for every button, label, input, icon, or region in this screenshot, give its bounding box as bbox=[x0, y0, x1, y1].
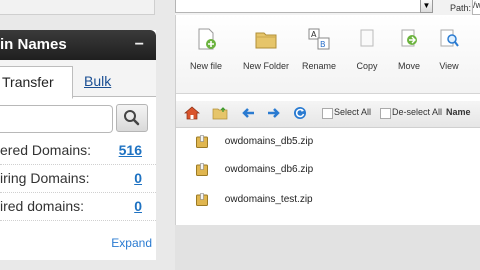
stat-label: iring Domains: bbox=[0, 170, 90, 186]
panel-header: in Names − bbox=[0, 30, 156, 60]
magnifier-icon bbox=[440, 29, 459, 47]
stat-value-link[interactable]: 0 bbox=[134, 193, 142, 220]
search-row bbox=[0, 97, 156, 137]
deselect-all-label[interactable]: De-select All bbox=[392, 107, 442, 117]
stat-label: ired domains: bbox=[0, 198, 85, 214]
stat-expired-domains: ired domains: 0 bbox=[0, 193, 156, 221]
rename-icon: A B bbox=[308, 28, 330, 50]
view-label: View bbox=[439, 61, 459, 71]
up-folder-icon[interactable] bbox=[212, 105, 228, 121]
view-button[interactable]: View bbox=[434, 27, 464, 71]
file-name: owdomains_test.zip bbox=[224, 194, 313, 205]
collapse-icon[interactable]: − bbox=[135, 30, 144, 60]
file-name: owdomains_db5.zip bbox=[224, 136, 314, 147]
file-name: owdomains_db6.zip bbox=[224, 164, 314, 175]
refresh-icon[interactable] bbox=[292, 105, 308, 121]
expand-link[interactable]: Expand bbox=[111, 236, 152, 250]
top-select-arrow[interactable]: ▼ bbox=[420, 0, 433, 13]
zip-file-icon bbox=[196, 193, 208, 206]
svg-text:B: B bbox=[320, 40, 326, 49]
name-column-header[interactable]: Name bbox=[446, 107, 471, 117]
stat-registered-domains: ered Domains: 516 bbox=[0, 137, 156, 165]
copy-label: Copy bbox=[356, 61, 378, 71]
rename-button[interactable]: A B Rename bbox=[300, 27, 338, 71]
right-bottom-area bbox=[175, 225, 480, 270]
rename-label: Rename bbox=[301, 61, 337, 71]
search-input[interactable] bbox=[0, 105, 113, 133]
left-top-strip bbox=[0, 0, 155, 15]
stat-label: ered Domains: bbox=[0, 142, 92, 158]
new-file-button[interactable]: New file bbox=[186, 27, 226, 71]
search-icon bbox=[124, 110, 140, 126]
new-folder-button[interactable]: New Folder bbox=[240, 27, 292, 71]
select-all-checkbox[interactable] bbox=[322, 108, 333, 119]
home-icon[interactable] bbox=[184, 105, 200, 121]
copy-icon bbox=[360, 29, 374, 47]
stat-expiring-domains: iring Domains: 0 bbox=[0, 165, 156, 193]
file-manager: New file New Folder A B Rename Copy Move… bbox=[175, 15, 480, 225]
file-toolbar: New file New Folder A B Rename Copy Move… bbox=[176, 15, 480, 94]
zip-file-icon bbox=[196, 135, 208, 148]
tab-transfer[interactable]: Transfer bbox=[0, 66, 73, 99]
domains-panel: in Names − Transfer Bulk ered Domains: 5… bbox=[0, 30, 156, 260]
path-input[interactable]: /w bbox=[472, 0, 480, 15]
stat-value-link[interactable]: 0 bbox=[134, 165, 142, 192]
file-row[interactable]: owdomains_db6.zip bbox=[196, 163, 313, 181]
move-label: Move bbox=[397, 61, 420, 71]
deselect-all-checkbox[interactable] bbox=[380, 108, 391, 119]
panel-title: in Names bbox=[0, 36, 67, 53]
select-all-label[interactable]: Select All bbox=[334, 107, 371, 117]
back-arrow-icon[interactable] bbox=[240, 105, 256, 121]
new-file-icon bbox=[198, 28, 216, 50]
panel-tabs: Transfer Bulk bbox=[0, 60, 156, 99]
move-icon bbox=[401, 29, 417, 47]
move-button[interactable]: Move bbox=[394, 27, 424, 71]
path-label: Path: bbox=[450, 3, 472, 13]
new-file-label: New file bbox=[189, 61, 222, 71]
svg-text:A: A bbox=[311, 30, 317, 39]
new-folder-label: New Folder bbox=[242, 61, 289, 71]
file-row[interactable]: owdomains_test.zip bbox=[196, 193, 313, 211]
top-input[interactable] bbox=[175, 0, 421, 13]
zip-file-icon bbox=[196, 163, 208, 176]
copy-button[interactable]: Copy bbox=[352, 27, 382, 71]
file-nav-bar: Select All De-select All Name bbox=[176, 101, 480, 128]
new-folder-icon bbox=[255, 32, 277, 49]
stat-value-link[interactable]: 516 bbox=[119, 137, 142, 164]
file-row[interactable]: owdomains_db5.zip bbox=[196, 135, 313, 153]
search-button[interactable] bbox=[116, 104, 148, 132]
tab-bulk[interactable]: Bulk bbox=[84, 66, 111, 96]
forward-arrow-icon[interactable] bbox=[266, 105, 282, 121]
